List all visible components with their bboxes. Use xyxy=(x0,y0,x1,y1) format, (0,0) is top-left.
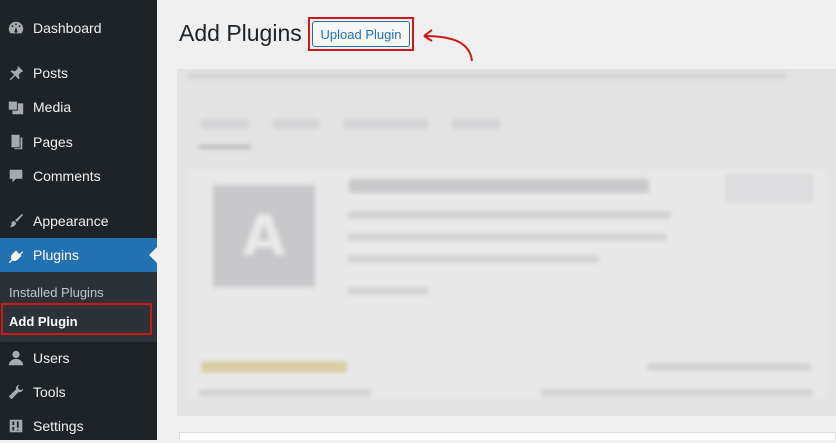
sidebar-item-label: Tools xyxy=(33,384,66,400)
blurred-plugin-browser: A xyxy=(177,69,836,416)
settings-icon xyxy=(6,416,26,436)
add-plugin-highlight xyxy=(1,303,152,335)
sidebar-item-settings[interactable]: Settings xyxy=(0,409,157,443)
plug-icon xyxy=(6,245,26,265)
plugin-thumbnail: A xyxy=(213,185,315,287)
sidebar-item-appearance[interactable]: Appearance xyxy=(0,204,157,238)
sidebar-item-dashboard[interactable]: Dashboard xyxy=(0,11,157,45)
brush-icon xyxy=(6,211,26,231)
media-icon xyxy=(6,97,26,117)
sidebar-item-plugins[interactable]: Plugins xyxy=(0,238,157,272)
sidebar-item-label: Pages xyxy=(33,134,73,150)
next-plugin-card-edge xyxy=(179,432,836,440)
sidebar-item-label: Settings xyxy=(33,418,84,434)
sidebar-item-comments[interactable]: Comments xyxy=(0,159,157,193)
submenu-item-installed-plugins[interactable]: Installed Plugins xyxy=(0,285,157,300)
pages-icon xyxy=(6,132,26,152)
page-title: Add Plugins xyxy=(179,20,302,46)
sidebar-item-label: Media xyxy=(33,99,72,115)
sidebar-item-label: Dashboard xyxy=(33,20,102,36)
sidebar-item-tools[interactable]: Tools xyxy=(0,375,157,409)
sidebar-item-label: Plugins xyxy=(33,247,79,263)
sidebar-item-label: Comments xyxy=(33,168,101,184)
annotation-arrow-icon xyxy=(423,29,473,62)
comment-icon xyxy=(6,166,26,186)
pin-icon xyxy=(6,63,26,83)
sidebar-item-label: Appearance xyxy=(33,213,109,229)
sidebar-item-media[interactable]: Media xyxy=(0,90,157,124)
sidebar-item-users[interactable]: Users xyxy=(0,341,157,375)
sidebar-item-posts[interactable]: Posts xyxy=(0,56,157,90)
sidebar-item-label: Users xyxy=(33,350,70,366)
user-icon xyxy=(6,348,26,368)
sidebar-item-label: Posts xyxy=(33,65,69,81)
blurred-content: A xyxy=(177,69,836,416)
wrench-icon xyxy=(6,382,26,402)
active-indicator xyxy=(149,247,157,263)
upload-plugin-button[interactable]: Upload Plugin xyxy=(312,21,410,47)
sidebar-item-pages[interactable]: Pages xyxy=(0,125,157,159)
dashboard-icon xyxy=(6,18,26,38)
admin-sidebar: Dashboard Posts Media Pages Comments App… xyxy=(0,0,157,440)
